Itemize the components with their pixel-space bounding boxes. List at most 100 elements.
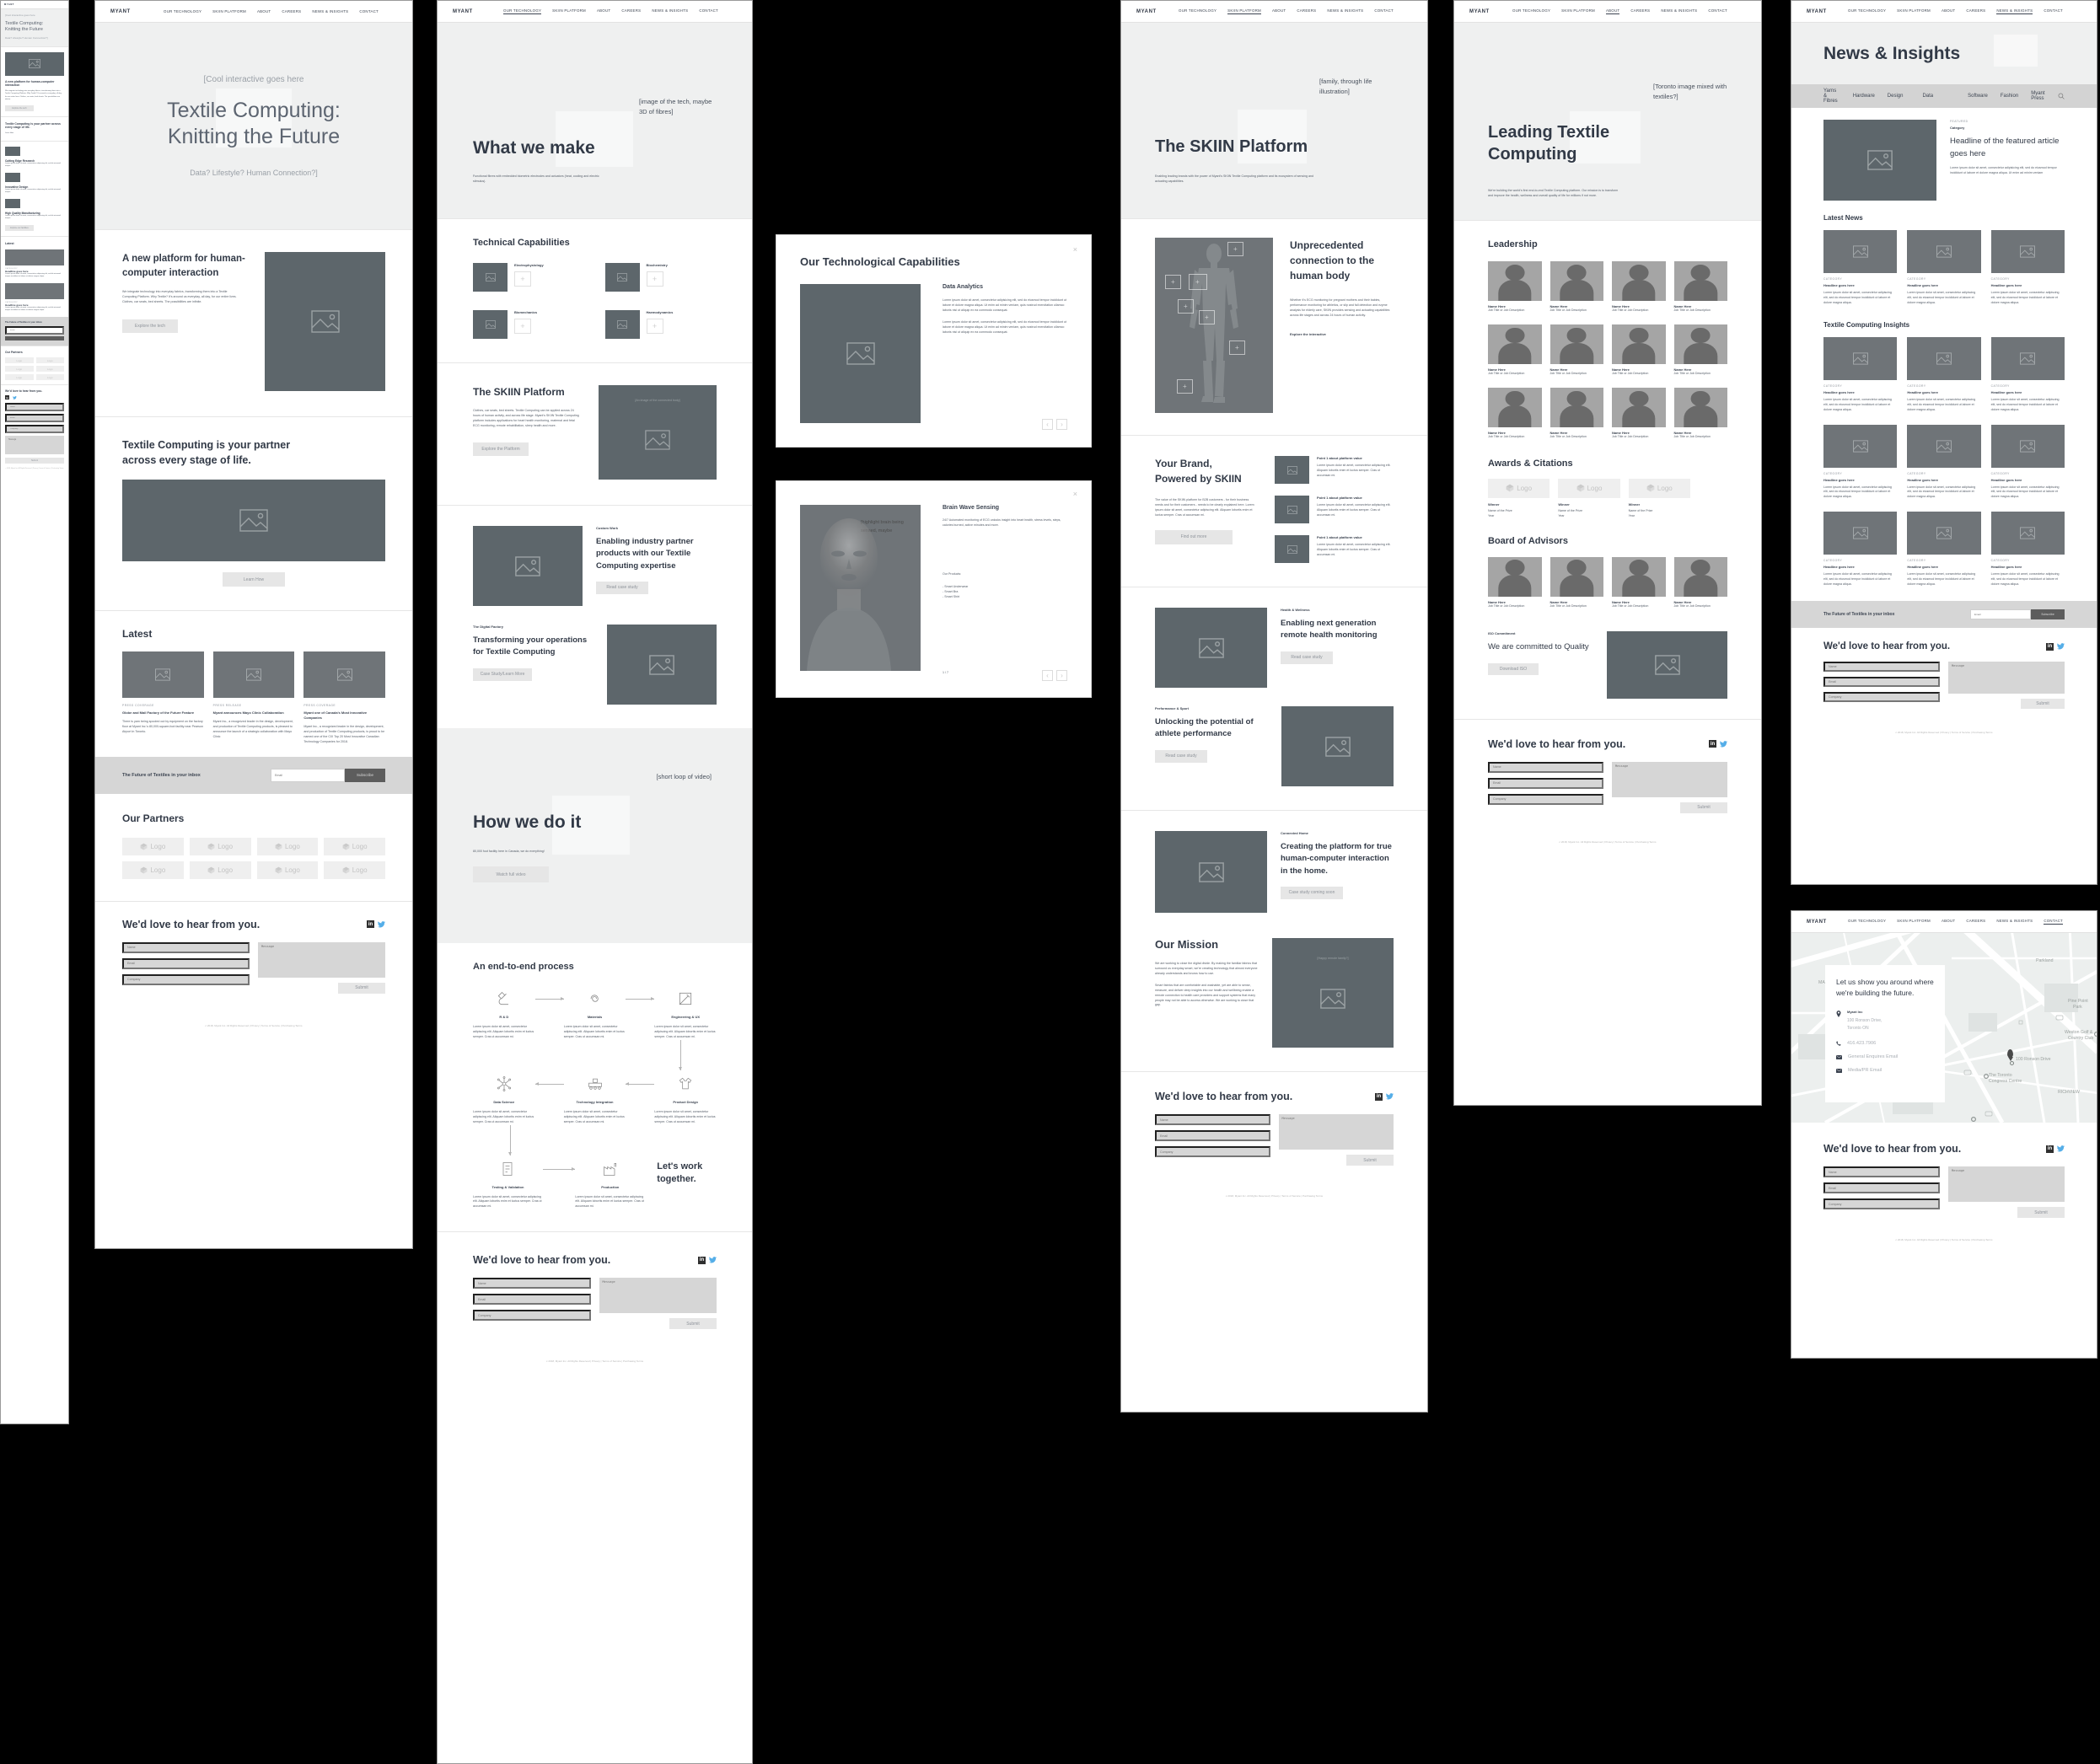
news-card[interactable]: CATEGORY Headline goes here Lorem ipsum … bbox=[1907, 336, 1981, 413]
email-field[interactable] bbox=[122, 957, 250, 969]
media-email-row[interactable]: Media/PR Email bbox=[1836, 1068, 1934, 1073]
person-card[interactable]: Name Here Job Title or Job Description bbox=[1673, 556, 1727, 609]
name-field[interactable] bbox=[473, 1278, 591, 1289]
filter-hardware[interactable]: Hardware bbox=[1853, 94, 1875, 99]
twitter-icon[interactable] bbox=[378, 920, 385, 928]
nav-our-technology[interactable]: OUR TECHNOLOGY bbox=[503, 8, 542, 14]
brand-logo[interactable]: MYANT bbox=[4, 3, 14, 6]
nav-about[interactable]: ABOUT bbox=[597, 8, 610, 14]
person-card[interactable]: Name Here Job Title or Job Description bbox=[1612, 387, 1666, 440]
hotspot-icon[interactable]: + bbox=[1165, 275, 1181, 289]
message-field[interactable] bbox=[258, 941, 385, 978]
company-field[interactable] bbox=[5, 425, 64, 434]
nav-contact[interactable]: CONTACT bbox=[359, 9, 379, 13]
linkedin-icon[interactable]: in bbox=[698, 1256, 706, 1264]
twitter-icon[interactable] bbox=[2057, 1145, 2065, 1153]
phone-row[interactable]: 416.423.7906 bbox=[1836, 1041, 1934, 1046]
close-icon[interactable]: × bbox=[1073, 490, 1077, 498]
subscribe-button[interactable]: Subscribe bbox=[2031, 609, 2065, 620]
filter-yarns-fibres[interactable]: Yarns & Fibres bbox=[1823, 88, 1840, 104]
linkedin-icon[interactable]: in bbox=[367, 920, 374, 929]
submit-button[interactable]: Submit bbox=[338, 982, 385, 994]
company-field[interactable] bbox=[1155, 1146, 1270, 1157]
person-card[interactable]: Name Here Job Title or Job Description bbox=[1549, 261, 1603, 314]
latest-card[interactable]: PRESS COVERAGE Globe and Mail Factory of… bbox=[122, 651, 204, 744]
capability-item[interactable]: Haemodynamics + bbox=[604, 310, 717, 339]
email-field[interactable] bbox=[1488, 777, 1603, 789]
nav-about[interactable]: ABOUT bbox=[1272, 8, 1286, 14]
capability-item[interactable]: Biomechanics + bbox=[473, 310, 585, 339]
explore-the-tech-button[interactable]: Explore the tech bbox=[5, 105, 34, 112]
submit-button[interactable]: Submit bbox=[669, 1318, 717, 1330]
person-card[interactable]: Name Here Job Title or Job Description bbox=[1673, 387, 1727, 440]
case-study-coming-soon-button[interactable]: Case study coming soon bbox=[1281, 886, 1343, 899]
read-case-study-button[interactable]: Read case study bbox=[596, 581, 648, 594]
nav-news-insights[interactable]: NEWS & INSIGHTS bbox=[1996, 919, 2033, 925]
hotspot-icon[interactable]: + bbox=[1178, 299, 1194, 314]
name-field[interactable] bbox=[1823, 662, 1940, 673]
message-field[interactable] bbox=[599, 1278, 717, 1314]
company-field[interactable] bbox=[473, 1310, 591, 1322]
nav-careers[interactable]: CAREERS bbox=[1297, 8, 1316, 14]
linkedin-icon[interactable]: in bbox=[2046, 1145, 2054, 1153]
nav-news-insights[interactable]: NEWS & INSIGHTS bbox=[1661, 8, 1697, 14]
brand-logo[interactable]: MYANT bbox=[1807, 920, 1827, 925]
email-field[interactable] bbox=[1823, 1182, 1940, 1193]
nav-contact[interactable]: CONTACT bbox=[699, 8, 718, 14]
message-field[interactable] bbox=[1278, 1114, 1394, 1150]
hotspot-icon[interactable]: + bbox=[1177, 379, 1193, 394]
message-field[interactable] bbox=[1612, 761, 1727, 797]
name-field[interactable] bbox=[122, 941, 250, 953]
twitter-icon[interactable] bbox=[1720, 740, 1727, 748]
name-field[interactable] bbox=[1823, 1166, 1940, 1177]
news-card[interactable]: CATEGORY Headline goes here Lorem ipsum … bbox=[1990, 512, 2065, 587]
news-card[interactable]: CATEGORY Headline goes here Lorem ipsum … bbox=[1823, 424, 1898, 501]
twitter-icon[interactable] bbox=[1386, 1093, 1394, 1101]
email-field[interactable] bbox=[473, 1294, 591, 1306]
person-card[interactable]: Name Here Job Title or Job Description bbox=[1612, 324, 1666, 377]
news-card[interactable]: CATEGORY Headline goes here Lorem ipsum … bbox=[1823, 336, 1898, 413]
company-field[interactable] bbox=[122, 973, 250, 985]
submit-button[interactable]: Submit bbox=[5, 458, 64, 464]
nav-about[interactable]: ABOUT bbox=[1605, 8, 1620, 14]
nav-careers[interactable]: CAREERS bbox=[1966, 919, 1985, 925]
nav-news-insights[interactable]: NEWS & INSIGHTS bbox=[652, 8, 688, 14]
nav-skiin-platform[interactable]: SKIIN PLATFORM bbox=[552, 8, 586, 14]
filter-myant-press[interactable]: Myant Press bbox=[2031, 91, 2045, 101]
email-field[interactable] bbox=[1823, 677, 1940, 688]
news-card[interactable]: CATEGORY Headline goes here Lorem ipsum … bbox=[1907, 230, 1981, 306]
subscribe-button[interactable]: Subscribe bbox=[345, 768, 385, 782]
nav-our-technology[interactable]: OUR TECHNOLOGY bbox=[1179, 8, 1216, 14]
news-card[interactable]: CATEGORY Headline goes here Lorem ipsum … bbox=[1823, 230, 1898, 306]
nav-skiin-platform[interactable]: SKIIN PLATFORM bbox=[1227, 8, 1261, 14]
expand-icon[interactable]: + bbox=[646, 319, 663, 334]
nav-skiin-platform[interactable]: SKIIN PLATFORM bbox=[1561, 8, 1595, 14]
linkedin-icon[interactable]: in bbox=[1709, 740, 1716, 748]
nav-careers[interactable]: CAREERS bbox=[282, 9, 301, 13]
nav-careers[interactable]: CAREERS bbox=[1630, 8, 1650, 14]
expand-icon[interactable]: + bbox=[514, 319, 531, 334]
newsletter-email-input[interactable] bbox=[1970, 609, 2031, 620]
person-card[interactable]: Name Here Job Title or Job Description bbox=[1488, 324, 1542, 377]
hotspot-icon[interactable]: + bbox=[1199, 310, 1215, 324]
name-field[interactable] bbox=[1488, 761, 1603, 773]
company-field[interactable] bbox=[1488, 793, 1603, 805]
email-field[interactable] bbox=[1155, 1130, 1270, 1141]
read-case-study-button[interactable]: Read case study bbox=[1281, 651, 1333, 664]
read-case-study-button[interactable]: Read case study bbox=[1155, 749, 1207, 763]
nav-skiin-platform[interactable]: SKIIN PLATFORM bbox=[212, 9, 246, 13]
person-card[interactable]: Name Here Job Title or Job Description bbox=[1673, 324, 1727, 377]
person-card[interactable]: Name Here Job Title or Job Description bbox=[1488, 556, 1542, 609]
prev-button[interactable]: ‹ bbox=[1042, 419, 1053, 430]
map[interactable]: MALTON Woodbine Mall& Fantasy Fair Parkl… bbox=[1791, 933, 2097, 1123]
submit-button[interactable]: Submit bbox=[2017, 1207, 2065, 1218]
nav-about[interactable]: ABOUT bbox=[257, 9, 271, 13]
prev-button[interactable]: ‹ bbox=[1042, 670, 1053, 681]
nav-our-technology[interactable]: OUR TECHNOLOGY bbox=[164, 9, 201, 13]
person-card[interactable]: Name Here Job Title or Job Description bbox=[1488, 261, 1542, 314]
nav-about[interactable]: ABOUT bbox=[1942, 8, 1955, 14]
watch-full-video-button[interactable]: Watch full video bbox=[473, 866, 549, 882]
newsletter-email-input[interactable] bbox=[271, 768, 345, 782]
latest-card[interactable]: PRESS RELEASE Myant announces Mayo Clini… bbox=[212, 651, 295, 744]
nav-skiin-platform[interactable]: SKIIN PLATFORM bbox=[1897, 8, 1931, 14]
